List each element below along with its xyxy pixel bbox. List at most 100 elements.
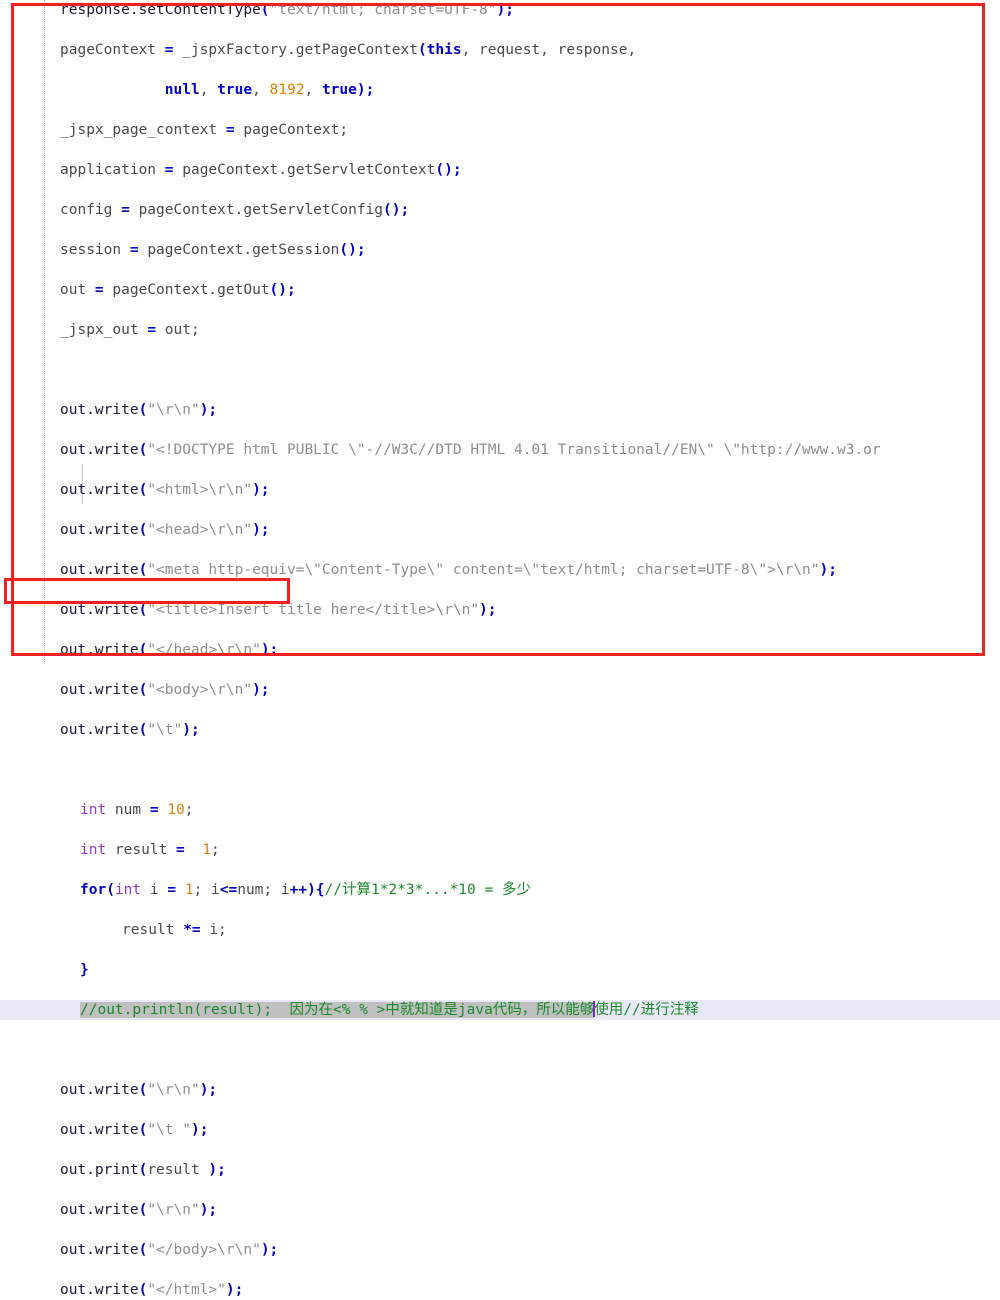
token-paren-open: ( bbox=[106, 882, 115, 898]
token-paren-close: ); bbox=[252, 522, 270, 538]
token-string-literal: "<body>\r\n" bbox=[147, 682, 253, 698]
token-assign-operator: = bbox=[164, 162, 183, 178]
token-variable-num: num bbox=[106, 802, 150, 818]
code-line[interactable]: out.write("<head>\r\n"); bbox=[0, 520, 1000, 540]
token-string-literal: "<title>Insert title here</title>\r\n" bbox=[147, 602, 480, 618]
code-line[interactable]: _jspx_page_context = pageContext; bbox=[0, 120, 1000, 140]
token-paren-close: ); bbox=[199, 1082, 218, 1098]
token-paren-close: ); bbox=[182, 722, 200, 738]
token-keyword-for: for bbox=[80, 882, 107, 898]
token-paren-close: ); bbox=[260, 642, 279, 658]
token-method-call: out.write bbox=[60, 602, 139, 618]
token-paren-close: ); bbox=[208, 1162, 226, 1178]
code-line[interactable]: out = pageContext.getOut(); bbox=[0, 280, 1000, 300]
code-line[interactable]: out.write("</head>\r\n"); bbox=[0, 640, 1000, 660]
token-paren-open: ( bbox=[138, 602, 148, 618]
token-identifier: config bbox=[60, 202, 122, 218]
code-line[interactable]: for(int i = 1; i<=num; i++){//计算1*2*3*..… bbox=[0, 880, 1000, 900]
code-lines[interactable]: response.setContentType("text/html; char… bbox=[0, 0, 1000, 1298]
code-line-blank[interactable] bbox=[0, 1040, 1000, 1060]
code-line[interactable]: config = pageContext.getServletConfig(); bbox=[0, 200, 1000, 220]
code-line[interactable]: out.write("\t"); bbox=[0, 720, 1000, 740]
token-paren-open: ( bbox=[138, 562, 148, 578]
token-assign-operator: = bbox=[164, 42, 183, 58]
code-line[interactable]: application = pageContext.getServletCont… bbox=[0, 160, 1000, 180]
token-method-call: pageContext.getOut bbox=[112, 282, 270, 298]
token-type-int: int bbox=[114, 882, 142, 898]
code-line[interactable]: out.write("\r\n"); bbox=[0, 1080, 1000, 1100]
token-paren-close: ) bbox=[307, 882, 316, 898]
token-paren-close: ); bbox=[260, 1242, 279, 1258]
code-line[interactable]: out.write("\r\n"); bbox=[0, 400, 1000, 420]
token-identifier: pageContext bbox=[60, 42, 165, 58]
code-line[interactable]: _jspx_out = out; bbox=[0, 320, 1000, 340]
token-paren-close: ); bbox=[252, 682, 270, 698]
token-paren-open: ( bbox=[138, 682, 148, 698]
token-type-int: int bbox=[80, 802, 107, 818]
token-method-call: out.write bbox=[60, 1082, 139, 1098]
code-line[interactable]: session = pageContext.getSession(); bbox=[0, 240, 1000, 260]
token-method-call: out.write bbox=[60, 1242, 139, 1258]
code-line-current[interactable]: //out.println(result); 因为在<% % >中就知道是jav… bbox=[0, 1000, 1000, 1020]
code-line[interactable]: int result = 1; bbox=[0, 840, 1000, 860]
token-paren-close: ); bbox=[190, 1122, 209, 1138]
code-line[interactable]: result *= i; bbox=[0, 920, 1000, 940]
token-string-literal: "</body>\r\n" bbox=[147, 1242, 261, 1258]
token-line-comment: //计算1*2*3*...*10 = 多少 bbox=[324, 882, 531, 898]
token-method-call: out.write bbox=[60, 442, 139, 458]
token-parens: (); bbox=[383, 202, 410, 218]
code-editor-pane[interactable]: response.setContentType("text/html; char… bbox=[0, 0, 1000, 1298]
token-number-literal: 1 bbox=[184, 882, 194, 898]
token-compare-operator: <= bbox=[219, 882, 238, 898]
token-multiply-assign-operator: *= bbox=[183, 922, 210, 938]
token-paren-close: ); bbox=[819, 562, 837, 578]
token-string-literal: "<html>\r\n" bbox=[147, 482, 253, 498]
token-semicolon: ; bbox=[210, 842, 220, 858]
token-paren-close: ); bbox=[252, 482, 270, 498]
code-line-highlighted[interactable]: out.print(result ); bbox=[0, 1160, 1000, 1180]
code-line[interactable]: int num = 10; bbox=[0, 800, 1000, 820]
token-string-literal: "<head>\r\n" bbox=[147, 522, 253, 538]
token-method-call: response.setContentType bbox=[60, 2, 261, 18]
token-method-call: out.write bbox=[60, 1122, 139, 1138]
token-paren-open: ( bbox=[138, 1122, 148, 1138]
token-brace-close: } bbox=[80, 962, 89, 978]
code-line[interactable]: out.write("\r\n"); bbox=[0, 1200, 1000, 1220]
code-line[interactable]: } bbox=[0, 960, 1000, 980]
token-keyword-null: null bbox=[164, 82, 200, 98]
code-line[interactable]: out.write("<body>\r\n"); bbox=[0, 680, 1000, 700]
token-paren-open: ( bbox=[138, 1282, 148, 1298]
token-brace-open: { bbox=[315, 882, 325, 898]
token-identifier: _jspx_page_context bbox=[60, 122, 226, 138]
code-line[interactable]: out.write("<meta http-equiv=\"Content-Ty… bbox=[0, 560, 1000, 580]
token-method-call: out.write bbox=[60, 1282, 139, 1298]
token-assign-operator: = bbox=[225, 122, 244, 138]
code-line-blank[interactable] bbox=[0, 360, 1000, 380]
token-keyword-true: true bbox=[217, 82, 253, 98]
code-line[interactable]: out.write("</html>"); bbox=[0, 1280, 1000, 1300]
token-variable-result: result bbox=[122, 922, 184, 938]
token-paren-close: ); bbox=[199, 1202, 218, 1218]
token-string-literal: "<!DOCTYPE html PUBLIC \"-//W3C//DTD HTM… bbox=[147, 442, 881, 458]
token-variable-i: i; bbox=[209, 922, 227, 938]
token-condition: ; i bbox=[193, 882, 220, 898]
token-string-literal: "\r\n" bbox=[147, 1202, 200, 1218]
token-variable-i: i bbox=[141, 882, 168, 898]
token-method-call: out.write bbox=[60, 482, 139, 498]
token-assign-operator: = bbox=[94, 282, 113, 298]
code-line[interactable]: out.write("\t "); bbox=[0, 1120, 1000, 1140]
code-line[interactable]: response.setContentType("text/html; char… bbox=[0, 0, 1000, 20]
code-line-blank[interactable] bbox=[0, 760, 1000, 780]
token-string-literal: "\r\n" bbox=[147, 402, 200, 418]
token-number-literal: 1 bbox=[193, 842, 211, 858]
code-line[interactable]: out.write("<!DOCTYPE html PUBLIC \"-//W3… bbox=[0, 440, 1000, 460]
token-variable-result: result bbox=[147, 1162, 209, 1178]
token-indent-space bbox=[60, 82, 165, 98]
code-line[interactable]: out.write("</body>\r\n"); bbox=[0, 1240, 1000, 1260]
code-line[interactable]: out.write("<title>Insert title here</tit… bbox=[0, 600, 1000, 620]
token-assign-operator: = bbox=[129, 242, 148, 258]
token-method-call: out.write bbox=[60, 402, 139, 418]
code-line[interactable]: pageContext = _jspxFactory.getPageContex… bbox=[0, 40, 1000, 60]
code-line[interactable]: out.write("<html>\r\n"); bbox=[0, 480, 1000, 500]
code-line[interactable]: null, true, 8192, true); bbox=[0, 80, 1000, 100]
